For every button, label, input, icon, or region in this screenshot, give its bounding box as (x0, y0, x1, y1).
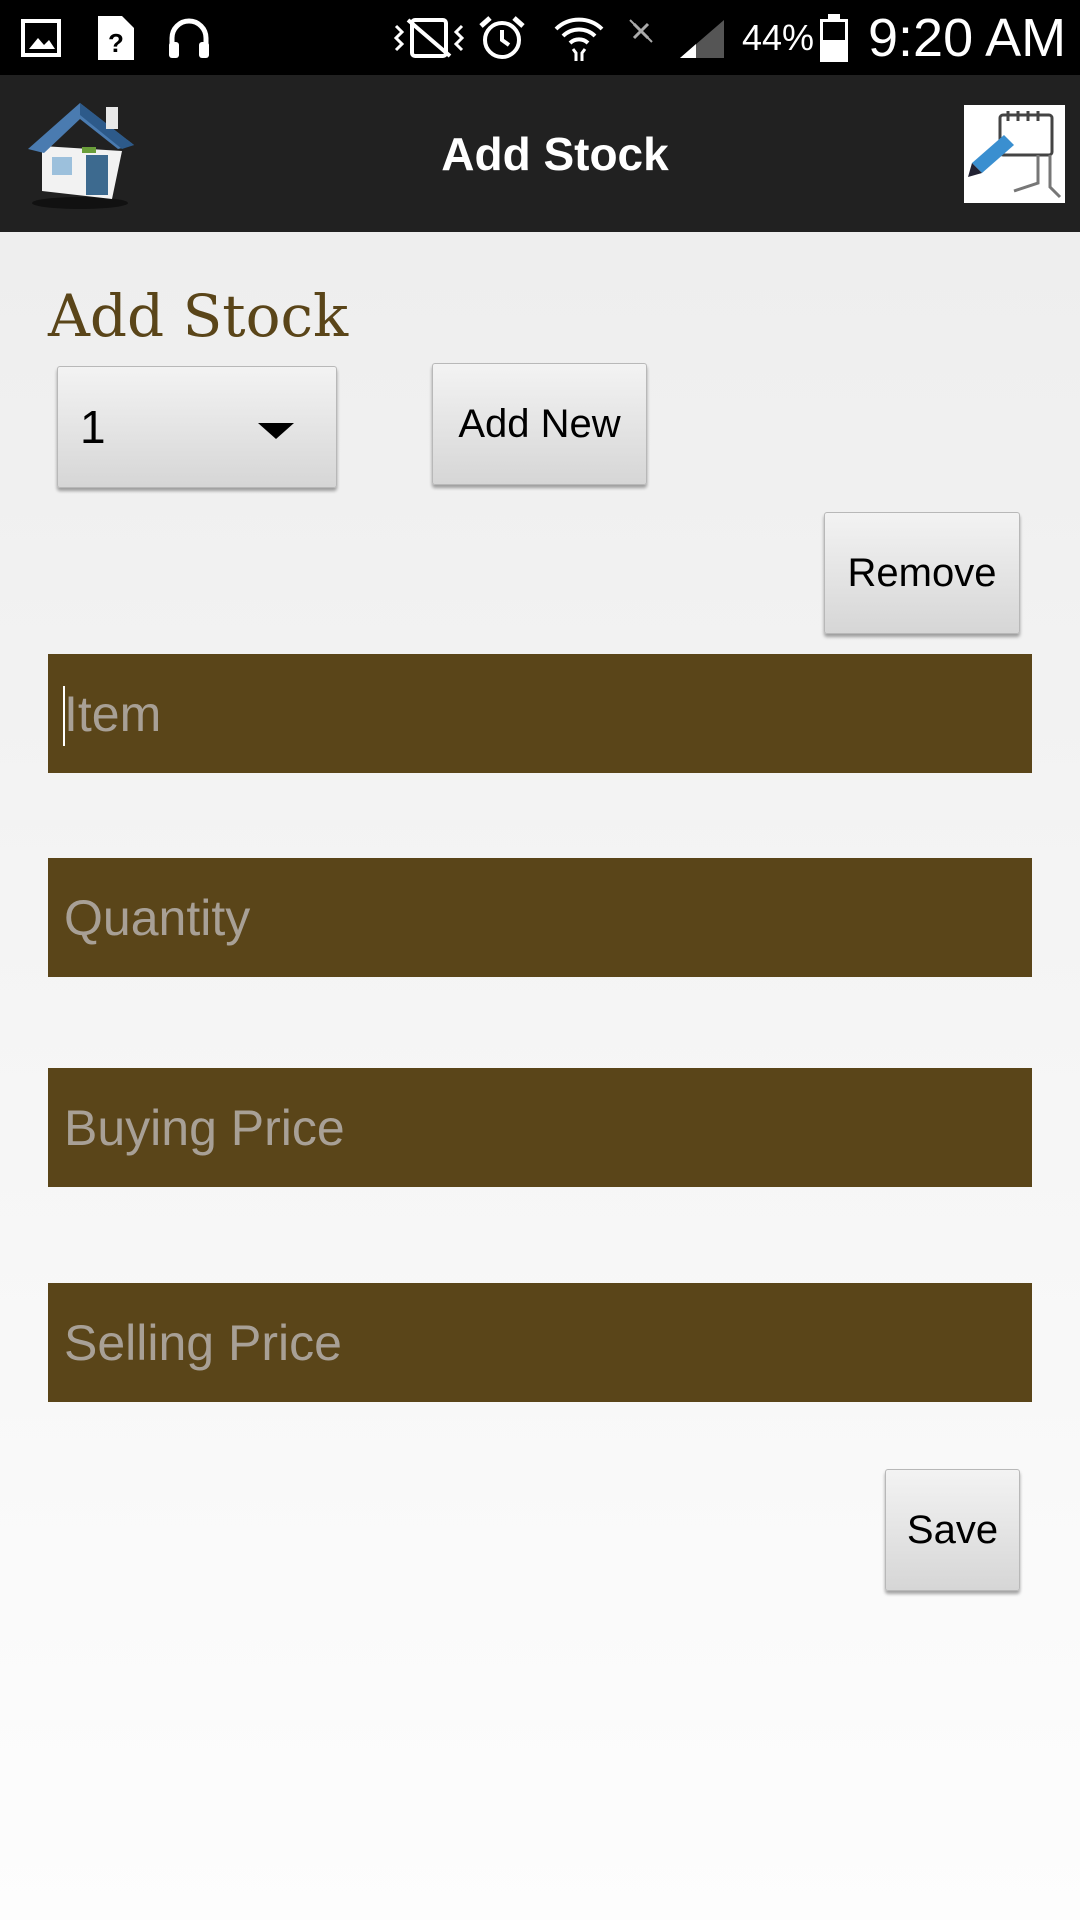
add-stock-form: Add Stock 1 Add New Remove Save (0, 232, 1080, 1920)
item-input[interactable] (48, 654, 1032, 773)
spinner-value: 1 (80, 401, 106, 453)
add-new-button[interactable]: Add New (432, 363, 647, 485)
item-field-container (48, 654, 1032, 773)
remove-button[interactable]: Remove (824, 512, 1020, 634)
stock-number-spinner[interactable]: 1 (57, 366, 337, 488)
battery-percent: 44% (742, 16, 815, 58)
vibrate-icon (392, 0, 466, 75)
battery-icon (818, 0, 850, 75)
screen-title: Add Stock (441, 127, 669, 180)
cell-signal-icon (676, 0, 728, 75)
edit-pencil-icon[interactable] (964, 105, 1065, 203)
unknown-file-icon: ? (96, 0, 136, 75)
alarm-icon (478, 0, 526, 75)
svg-text:?: ? (108, 28, 124, 58)
wifi-icon (552, 0, 606, 75)
status-bar: ? 44% 9:20 AM (0, 0, 1080, 75)
selling-price-field-container (48, 1283, 1032, 1402)
selling-price-input[interactable] (48, 1283, 1032, 1402)
text-cursor (63, 686, 65, 746)
quantity-input[interactable] (48, 858, 1032, 977)
buying-price-input[interactable] (48, 1068, 1032, 1187)
headphones-icon (166, 0, 212, 75)
buying-price-field-container (48, 1068, 1032, 1187)
dropdown-arrow-icon (258, 423, 294, 439)
gallery-icon (20, 0, 64, 75)
clock: 9:20 AM (868, 7, 1067, 68)
save-button[interactable]: Save (885, 1469, 1020, 1591)
form-heading: Add Stock (48, 282, 349, 350)
house-icon[interactable] (22, 91, 144, 213)
no-signal-icon (626, 0, 656, 75)
quantity-field-container (48, 858, 1032, 977)
action-bar: Add Stock (0, 75, 1080, 232)
